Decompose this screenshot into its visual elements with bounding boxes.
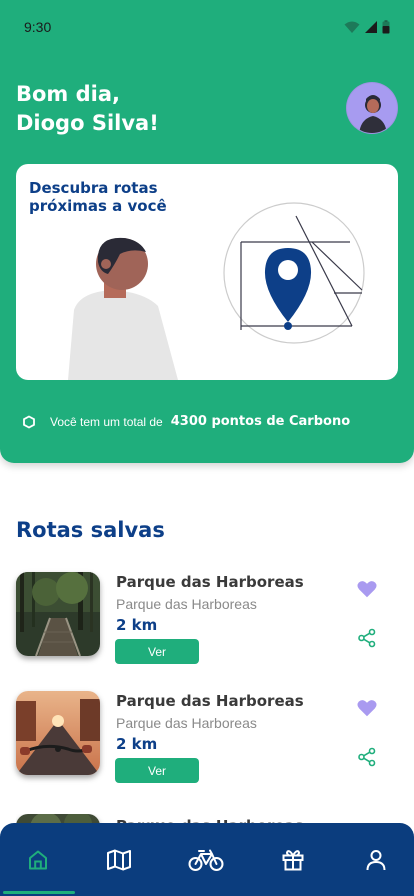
saved-routes-title: Rotas salvas [16,518,165,542]
discover-routes-card[interactable]: Descubra rotas próximas a você [16,164,398,380]
hero-title: Descubra rotas próximas a você [29,179,167,215]
view-route-button[interactable]: Ver [115,639,199,664]
status-bar: 9:30 [0,0,414,56]
greeting-user-name: Diogo Silva! [16,111,159,135]
saved-route-card[interactable]: Parque das Harboreas Parque das Harborea… [16,691,406,783]
route-distance: 2 km [116,735,158,753]
signal-icon [365,21,377,33]
carbon-label: Você tem um total de [50,414,163,429]
nav-rewards[interactable] [258,823,328,896]
wifi-icon [344,21,360,33]
nav-profile[interactable] [341,823,411,896]
status-icons [344,20,390,34]
route-thumbnail [16,572,100,656]
nav-map[interactable] [84,823,154,896]
greeting: Bom dia, Diogo Silva! [16,80,316,138]
avatar[interactable] [346,82,398,134]
nav-bike[interactable] [171,823,241,896]
status-time: 9:30 [24,19,52,35]
nav-home[interactable] [3,823,73,896]
route-name: Parque das Harboreas [116,692,304,710]
forest-bridge-image [16,572,100,656]
battery-icon [382,20,390,34]
bike-icon [188,849,224,871]
route-subtitle: Parque das Harboreas [116,715,257,731]
route-distance: 2 km [116,616,158,634]
gift-icon [282,849,304,870]
route-thumbnail [16,691,100,775]
share-icon[interactable] [357,628,377,648]
route-subtitle: Parque das Harboreas [116,596,257,612]
user-icon [366,849,386,870]
heart-icon[interactable] [356,697,378,719]
carbon-points: Você tem um total de 4300 pontos de Carb… [22,414,350,429]
heart-icon[interactable] [356,578,378,600]
map-icon [107,849,131,870]
greeting-line1: Bom dia, [16,82,121,106]
bike-road-image [16,691,100,775]
header: Bom dia, Diogo Silva! Descubra rotas pró… [0,0,414,463]
route-name: Parque das Harboreas [116,573,304,591]
carbon-value: 4300 pontos de Carbono [170,414,351,429]
active-tab-indicator [3,891,75,894]
share-icon[interactable] [357,747,377,767]
home-icon [29,850,47,869]
hexagon-icon [23,414,35,429]
saved-route-card[interactable]: Parque das Harboreas Parque das Harborea… [16,572,406,664]
view-route-button[interactable]: Ver [115,758,199,783]
bottom-navigation [0,823,414,896]
avatar-person-icon [359,95,387,133]
